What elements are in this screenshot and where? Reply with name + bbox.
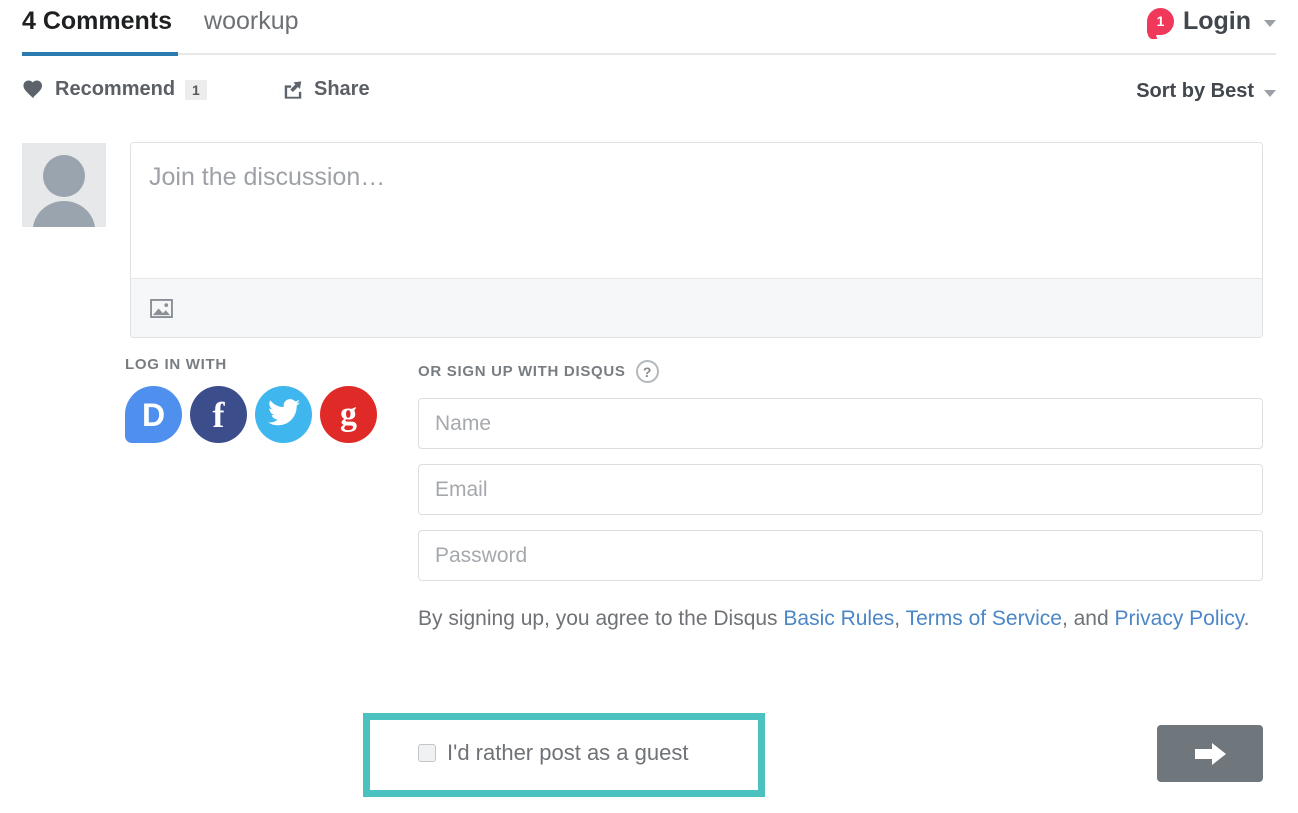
share-icon xyxy=(282,79,304,101)
tabs-divider xyxy=(22,53,1276,55)
notification-count: 1 xyxy=(1156,13,1165,29)
terms-sep1: , xyxy=(894,607,906,630)
facebook-icon: f xyxy=(212,394,225,435)
chevron-down-icon xyxy=(1264,90,1276,97)
terms-prefix: By signing up, you agree to the Disqus xyxy=(418,607,784,630)
action-bar: Recommend 1 Share Sort by Best xyxy=(0,72,1298,120)
basic-rules-link[interactable]: Basic Rules xyxy=(783,607,894,630)
header-tabs: 4 Comments woorkup xyxy=(22,6,299,36)
login-menu[interactable]: 1 Login xyxy=(1146,6,1276,36)
comment-input[interactable]: Join the discussion… xyxy=(131,143,1262,278)
login-with-title: LOG IN WITH xyxy=(125,356,227,373)
login-label: Login xyxy=(1182,7,1251,35)
google-login-button[interactable]: g xyxy=(320,386,377,443)
disqus-icon: D xyxy=(141,396,166,433)
guest-checkbox-row[interactable]: I'd rather post as a guest xyxy=(418,740,688,766)
email-field[interactable]: Email xyxy=(418,464,1263,515)
guest-checkbox[interactable] xyxy=(418,744,436,762)
guest-label: I'd rather post as a guest xyxy=(447,740,689,765)
twitter-login-button[interactable] xyxy=(255,386,312,443)
recommend-button[interactable]: Recommend 1 xyxy=(22,78,207,101)
arrow-right-icon xyxy=(1192,741,1228,767)
twitter-icon xyxy=(267,398,300,431)
help-icon[interactable]: ? xyxy=(635,360,659,383)
terms-suffix: . xyxy=(1243,607,1250,630)
google-icon: g xyxy=(340,395,357,433)
terms-text: By signing up, you agree to the Disqus B… xyxy=(418,602,1263,636)
signup-title-row: OR SIGN UP WITH DISQUS ? xyxy=(418,360,1263,383)
privacy-policy-link[interactable]: Privacy Policy xyxy=(1115,607,1244,630)
social-login-row: D f g xyxy=(125,386,395,443)
name-field[interactable]: Name xyxy=(418,398,1263,449)
disqus-login-button[interactable]: D xyxy=(125,386,182,443)
tabs-active-underline xyxy=(22,52,178,56)
image-upload-icon[interactable] xyxy=(150,298,173,318)
comment-composer: Join the discussion… xyxy=(130,142,1263,338)
signup-section: OR SIGN UP WITH DISQUS ? Name Email Pass… xyxy=(418,360,1263,636)
tab-woorkup[interactable]: woorkup xyxy=(204,6,299,36)
login-with-section: LOG IN WITH D f g xyxy=(125,356,395,443)
share-label: Share xyxy=(314,78,370,100)
submit-button[interactable] xyxy=(1157,725,1263,782)
terms-sep2: , and xyxy=(1061,607,1115,630)
composer-toolbar xyxy=(131,278,1262,337)
share-button[interactable]: Share xyxy=(282,78,370,101)
chevron-down-icon xyxy=(1264,20,1276,27)
recommend-label: Recommend xyxy=(55,78,176,100)
notification-badge: 1 xyxy=(1146,7,1174,35)
signup-title: OR SIGN UP WITH DISQUS xyxy=(418,363,626,380)
heart-icon xyxy=(22,78,45,101)
comments-header: 4 Comments woorkup 1 Login xyxy=(0,0,1298,56)
recommend-count: 1 xyxy=(185,79,207,100)
sort-label: Sort by Best xyxy=(1136,80,1254,102)
facebook-login-button[interactable]: f xyxy=(190,386,247,443)
tab-comments[interactable]: 4 Comments xyxy=(22,6,172,36)
avatar xyxy=(22,143,106,227)
terms-of-service-link[interactable]: Terms of Service xyxy=(906,607,1062,630)
password-field[interactable]: Password xyxy=(418,530,1263,581)
sort-dropdown[interactable]: Sort by Best xyxy=(1136,80,1276,103)
